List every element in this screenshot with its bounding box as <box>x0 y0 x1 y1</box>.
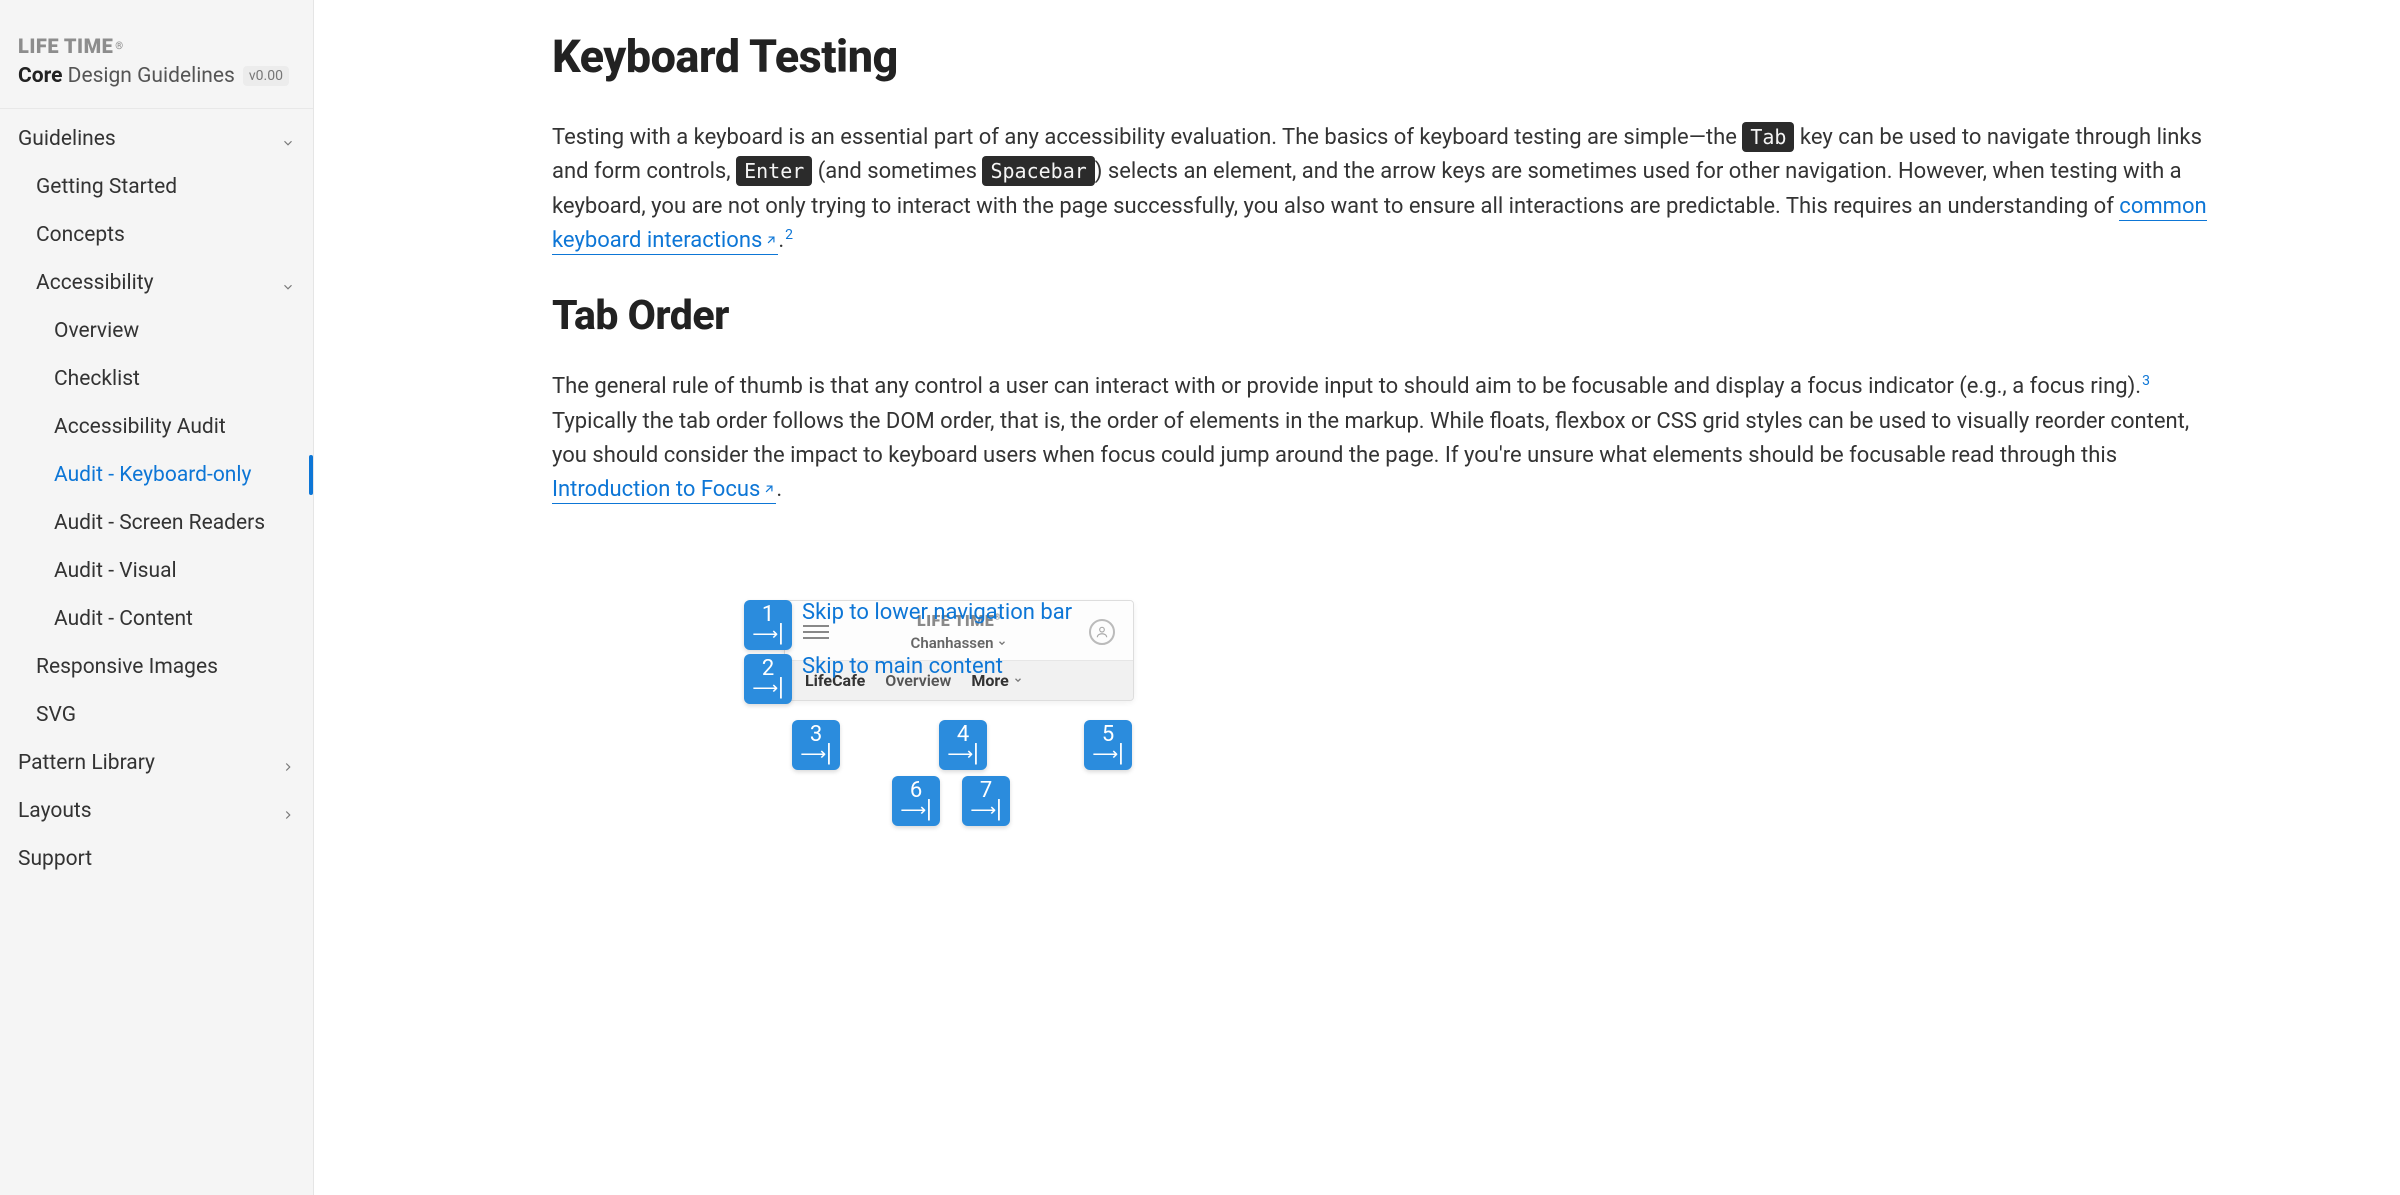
chevron-down-icon <box>281 276 295 290</box>
kbd-spacebar: Spacebar <box>982 156 1094 186</box>
site-title-rest: Design Guidelines <box>68 64 235 88</box>
nav-support[interactable]: Support <box>0 835 313 883</box>
tab-order-badge-1: 1 ⟶⎮ <box>744 600 792 650</box>
tab-order-illustration: Skip to lower navigation bar 1 ⟶⎮ Skip t… <box>744 600 1334 701</box>
site-title[interactable]: Core Design Guidelines v0.00 <box>18 64 295 88</box>
nav-guidelines[interactable]: Guidelines <box>0 115 313 163</box>
page-title: Keyboard Testing <box>552 30 2228 83</box>
version-badge: v0.00 <box>243 66 289 86</box>
nav-concepts[interactable]: Concepts <box>0 211 313 259</box>
nav-accessibility-audit[interactable]: Accessibility Audit <box>0 403 313 451</box>
nav-audit-content[interactable]: Audit - Content <box>0 595 313 643</box>
tab-arrow-icon: ⟶⎮ <box>1092 746 1123 764</box>
sidebar: LIFE TIME® Core Design Guidelines v0.00 … <box>0 0 314 1195</box>
tab-arrow-icon: ⟶⎮ <box>900 802 931 820</box>
nav-overview[interactable]: Overview <box>0 307 313 355</box>
nav-getting-started[interactable]: Getting Started <box>0 163 313 211</box>
sidebar-header: LIFE TIME® Core Design Guidelines v0.00 <box>0 0 313 109</box>
tab-arrow-icon: ⟶⎮ <box>970 802 1001 820</box>
nav-svg[interactable]: SVG <box>0 691 313 739</box>
chevron-down-icon <box>997 638 1007 648</box>
tab-order-badge-6: 6 ⟶⎮ <box>892 776 940 826</box>
tab-arrow-icon: ⟶⎮ <box>800 746 831 764</box>
brand-logo: LIFE TIME® <box>18 34 295 58</box>
chevron-right-icon <box>281 756 295 770</box>
mock-location: Chanhassen <box>911 634 1008 652</box>
brand-logo-text: LIFE TIME <box>18 34 113 58</box>
footnote-ref[interactable]: 3 <box>2142 373 2150 389</box>
external-link-icon <box>764 224 778 238</box>
chevron-down-icon <box>281 132 295 146</box>
main-content: Keyboard Testing Testing with a keyboard… <box>314 0 2400 1195</box>
chevron-down-icon <box>1013 675 1023 685</box>
avatar-icon <box>1089 619 1115 645</box>
tab-order-paragraph: The general rule of thumb is that any co… <box>552 370 2228 507</box>
tab-order-badge-4: 4 ⟶⎮ <box>939 720 987 770</box>
kbd-enter: Enter <box>736 156 812 186</box>
tab-order-badge-7: 7 ⟶⎮ <box>962 776 1010 826</box>
tab-arrow-icon: ⟶⎮ <box>752 626 783 644</box>
tab-order-badge-2: 2 ⟶⎮ <box>744 654 792 704</box>
site-title-core: Core <box>18 64 62 88</box>
section-heading-tab-order: Tab Order <box>552 292 2228 340</box>
tab-order-badge-5: 5 ⟶⎮ <box>1084 720 1132 770</box>
tab-order-badge-3: 3 ⟶⎮ <box>792 720 840 770</box>
nav-audit-keyboard-only[interactable]: Audit - Keyboard-only <box>0 451 313 499</box>
nav-audit-visual[interactable]: Audit - Visual <box>0 547 313 595</box>
primary-nav: Guidelines Getting Started Concepts Acce… <box>0 109 313 883</box>
nav-accessibility[interactable]: Accessibility <box>0 259 313 307</box>
nav-audit-screen-readers[interactable]: Audit - Screen Readers <box>0 499 313 547</box>
hamburger-menu-icon <box>803 625 829 639</box>
chevron-right-icon <box>281 804 295 818</box>
intro-paragraph: Testing with a keyboard is an essential … <box>552 121 2228 258</box>
kbd-tab: Tab <box>1742 122 1794 152</box>
footnote-ref[interactable]: 2 <box>785 227 793 243</box>
external-link-icon <box>762 473 776 487</box>
nav-pattern-library[interactable]: Pattern Library <box>0 739 313 787</box>
nav-checklist[interactable]: Checklist <box>0 355 313 403</box>
skip-link-lower-nav: Skip to lower navigation bar <box>744 600 1072 625</box>
nav-responsive-images[interactable]: Responsive Images <box>0 643 313 691</box>
link-intro-to-focus[interactable]: Introduction to Focus <box>552 477 776 504</box>
tab-arrow-icon: ⟶⎮ <box>752 680 783 698</box>
nav-guidelines-label: Guidelines <box>18 127 116 151</box>
nav-layouts[interactable]: Layouts <box>0 787 313 835</box>
registered-mark-icon: ® <box>115 41 123 52</box>
tab-arrow-icon: ⟶⎮ <box>947 746 978 764</box>
